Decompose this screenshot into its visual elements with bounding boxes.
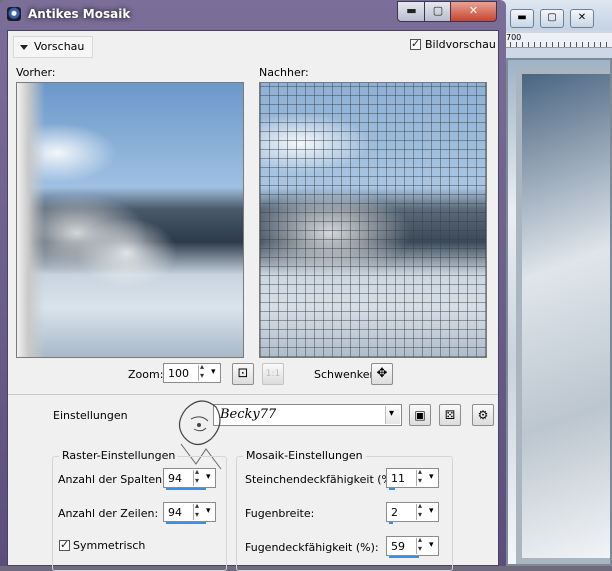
preview-toggle[interactable]: Vorschau (13, 36, 94, 58)
grout-opacity-slider-bar[interactable] (389, 556, 419, 558)
divider (8, 394, 498, 395)
tile-opacity-dropdown-arrow[interactable] (428, 470, 437, 486)
grout-opacity-value: 59 (391, 540, 405, 553)
background-window: ▬ ▢ ✕ 700 (496, 0, 612, 566)
chevron-down-icon (20, 44, 28, 50)
raster-settings-title: Raster-Einstellungen (59, 449, 179, 462)
preview-toggle-label: Vorschau (34, 40, 85, 53)
background-window-caption: ▬ ▢ ✕ (496, 0, 612, 30)
canvas-image (506, 58, 612, 566)
actual-size-icon: 1:1 (265, 369, 281, 379)
rows-label: Anzahl der Zeilen: (58, 507, 159, 520)
grout-width-dropdown-arrow[interactable] (428, 504, 437, 520)
chevron-down-icon[interactable] (385, 406, 400, 424)
reset-dice-icon: ⚄ (444, 408, 456, 422)
bg-close-button[interactable]: ✕ (570, 9, 594, 28)
app-icon (7, 7, 21, 21)
zoom-dropdown-arrow[interactable] (210, 365, 219, 381)
bg-minimize-button[interactable]: ▬ (510, 9, 534, 28)
pan-button[interactable]: ✥ (371, 363, 393, 385)
bg-maximize-button[interactable]: ▢ (540, 9, 564, 28)
tile-opacity-input[interactable]: 11 (386, 467, 439, 490)
tile-opacity-spinner[interactable] (416, 467, 427, 486)
symmetric-checkbox[interactable] (59, 538, 70, 551)
fit-to-window-button[interactable]: ⊡ (232, 363, 254, 385)
grout-opacity-input[interactable]: 59 (386, 535, 439, 558)
zoom-spinner[interactable] (198, 362, 209, 381)
bildvorschau-label: Bildvorschau (425, 38, 496, 51)
after-label: Nachher: (259, 66, 309, 79)
grout-width-spinner[interactable] (416, 501, 427, 520)
rows-input[interactable]: 94 (163, 501, 216, 524)
columns-label: Anzahl der Spalten: (58, 473, 166, 486)
reset-button[interactable]: ⚄ (439, 404, 461, 426)
save-floppy-icon: ▣ (414, 408, 426, 422)
after-preview-image[interactable] (259, 82, 487, 358)
zoom-label: Zoom: (128, 368, 164, 381)
preset-combobox[interactable]: Becky77 (213, 404, 402, 426)
tile-opacity-slider-bar[interactable] (389, 488, 395, 490)
rows-slider-bar[interactable] (166, 522, 206, 524)
antikes-mosaik-dialog: Antikes Mosaik ▬ ▢ ✕ Vorschau Bildvorsch… (0, 0, 506, 571)
grout-opacity-label: Fugendeckfähigkeit (%): (245, 541, 379, 554)
manage-presets-button[interactable]: ⚙ (472, 404, 494, 426)
ruler-label: 700 (506, 33, 522, 42)
columns-spinner[interactable] (193, 467, 204, 486)
rows-dropdown-arrow[interactable] (205, 504, 214, 520)
grout-width-input[interactable]: 2 (386, 501, 439, 524)
dialog-client-area: Vorschau Bildvorschau Vorher: Nachher: Z… (7, 30, 499, 571)
horizontal-ruler: 700 (504, 33, 612, 48)
grout-width-value: 2 (391, 506, 398, 519)
columns-slider-bar[interactable] (166, 488, 206, 490)
zoom-value: 100 (168, 367, 189, 380)
grout-width-label: Fugenbreite: (245, 507, 315, 520)
before-label: Vorher: (16, 66, 56, 79)
bildvorschau-checkbox[interactable] (410, 37, 421, 50)
rows-value: 94 (168, 506, 182, 519)
einstellungen-label: Einstellungen (53, 409, 128, 422)
columns-input[interactable]: 94 (163, 467, 216, 490)
minimize-button[interactable]: ▬ (397, 1, 426, 22)
grout-opacity-dropdown-arrow[interactable] (428, 538, 437, 554)
before-preview-image[interactable] (16, 82, 244, 358)
mosaic-settings-title: Mosaik-Einstellungen (243, 449, 366, 462)
columns-value: 94 (168, 472, 182, 485)
dialog-title: Antikes Mosaik (28, 7, 131, 21)
tile-opacity-value: 11 (391, 472, 405, 485)
symmetric-label: Symmetrisch (73, 539, 146, 552)
rows-spinner[interactable] (193, 501, 204, 520)
close-button[interactable]: ✕ (450, 1, 497, 22)
actual-size-button[interactable]: 1:1 (262, 363, 284, 385)
columns-dropdown-arrow[interactable] (205, 470, 214, 486)
save-preset-button[interactable]: ▣ (409, 404, 431, 426)
move-arrows-icon: ✥ (376, 366, 388, 381)
zoom-input[interactable]: 100 (163, 362, 221, 383)
manage-presets-icon: ⚙ (477, 408, 489, 422)
fit-to-window-icon: ⊡ (237, 366, 249, 381)
tile-opacity-label: Steinchendeckfähigkeit (%): (245, 473, 400, 486)
title-bar: Antikes Mosaik ▬ ▢ ✕ (0, 0, 506, 30)
grout-width-slider-bar[interactable] (389, 522, 393, 524)
grout-opacity-spinner[interactable] (416, 535, 427, 554)
maximize-button[interactable]: ▢ (424, 1, 452, 22)
